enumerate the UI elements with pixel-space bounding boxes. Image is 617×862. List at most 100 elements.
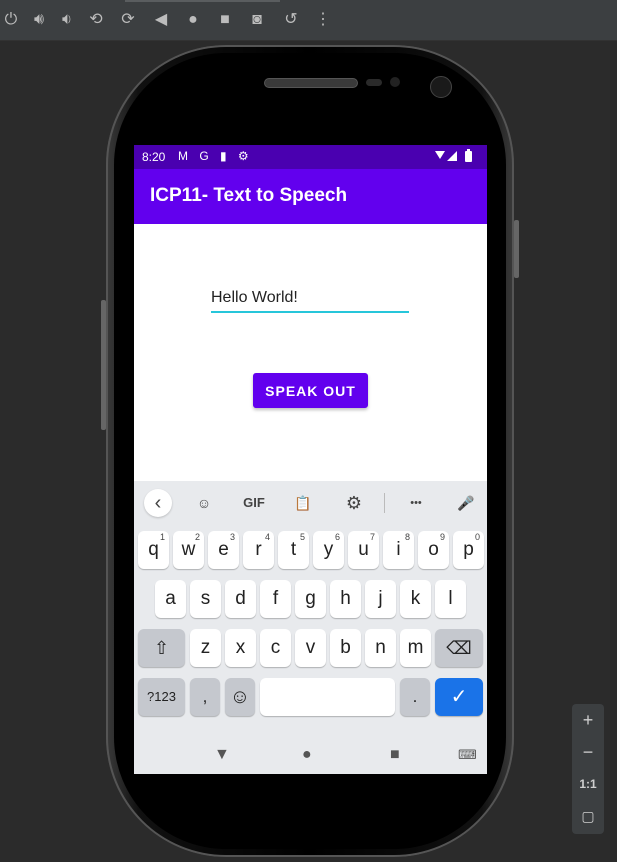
key-q[interactable]: q1 [138, 531, 169, 569]
key-r[interactable]: r4 [243, 531, 274, 569]
key-w[interactable]: w2 [173, 531, 204, 569]
volume-up-icon[interactable]: 🔊︎ [28, 9, 50, 31]
keyboard-back-icon[interactable]: ‹ [144, 489, 172, 517]
rotate-left-icon[interactable]: ⟲ [85, 9, 107, 31]
key-v[interactable]: v [295, 629, 326, 667]
key-n[interactable]: n [365, 629, 396, 667]
nav-recents-icon[interactable]: ■ [390, 747, 400, 763]
app-bar: ICP11- Text to Speech [134, 169, 487, 224]
camera-icon[interactable]: ◙ [246, 9, 268, 31]
key-hint: 2 [194, 532, 200, 542]
status-time: 8:20 [142, 150, 166, 164]
clipboard-icon[interactable]: 📋 [289, 489, 317, 517]
key-label: i [396, 539, 401, 560]
toolbar-progress [125, 0, 280, 2]
key-hint: 0 [474, 532, 480, 542]
more-options-icon[interactable]: ••• [402, 489, 430, 517]
back-icon[interactable]: ◀ [150, 9, 172, 31]
shift-key[interactable]: ⇧ [138, 629, 185, 667]
microphone-icon[interactable]: 🎤 [452, 489, 480, 517]
key-t[interactable]: t5 [278, 531, 309, 569]
key-z[interactable]: z [190, 629, 221, 667]
zoom-controls: + − 1:1 ▢ [572, 704, 604, 834]
keyboard-toolbar: ‹ ☺ GIF 📋 ⚙ ••• 🎤 [134, 481, 487, 525]
key-j[interactable]: j [365, 580, 396, 618]
key-p[interactable]: p0 [453, 531, 484, 569]
phone-sensor [390, 77, 400, 87]
period-key[interactable]: . [400, 678, 430, 716]
emulator-toolbar: ⏻ 🔊︎ 🔉︎ ⟲ ⟳ ◀ ● ■ ◙ ↺ ⋮ [0, 0, 617, 41]
sticker-icon[interactable]: ☺ [190, 489, 218, 517]
key-m[interactable]: m [400, 629, 431, 667]
power-icon[interactable]: ⏻ [0, 9, 22, 31]
settings-gear-icon[interactable]: ⚙ [340, 489, 368, 517]
app-title: ICP11- Text to Speech [150, 185, 348, 206]
system-nav-bar: ▼ ● ■ ⌨ [134, 736, 487, 774]
key-label: p [463, 539, 474, 560]
battery-icon [465, 151, 472, 162]
key-d[interactable]: d [225, 580, 256, 618]
key-hint: 5 [299, 532, 305, 542]
nav-back-icon[interactable]: ▼ [214, 747, 230, 763]
soft-keyboard: ‹ ☺ GIF 📋 ⚙ ••• 🎤 q1 w2 e3 r4 t5 y6 u7 i… [134, 481, 487, 736]
device-screen: 8:20 M G ▮ ⚙ ICP11- Text to Speech SPEAK… [134, 145, 487, 774]
key-hint: 4 [264, 532, 270, 542]
home-icon[interactable]: ● [182, 9, 204, 31]
phone-speaker [264, 78, 358, 88]
keyboard-switch-icon[interactable]: ⌨ [458, 747, 477, 763]
key-l[interactable]: l [435, 580, 466, 618]
key-x[interactable]: x [225, 629, 256, 667]
zoom-fit-icon[interactable]: ▢ [572, 800, 604, 832]
key-g[interactable]: g [295, 580, 326, 618]
key-b[interactable]: b [330, 629, 361, 667]
key-hint: 9 [439, 532, 445, 542]
speech-text-input[interactable] [211, 285, 409, 313]
key-hint: 6 [334, 532, 340, 542]
key-h[interactable]: h [330, 580, 361, 618]
space-key[interactable] [260, 678, 395, 716]
comma-key[interactable]: , [190, 678, 220, 716]
backspace-key[interactable]: ⌫ [435, 629, 483, 667]
phone-power-button [514, 220, 519, 278]
volume-down-icon[interactable]: 🔉︎ [56, 9, 78, 31]
speak-out-button[interactable]: SPEAK OUT [253, 373, 368, 408]
gif-button[interactable]: GIF [238, 489, 270, 517]
system-status-icons [435, 149, 472, 162]
key-label: o [428, 539, 439, 560]
replay-icon[interactable]: ↺ [280, 9, 302, 31]
phone-sensor [366, 79, 382, 86]
notification-icons: M G ▮ ⚙ [178, 149, 253, 163]
nav-home-icon[interactable]: ● [302, 747, 312, 763]
zoom-in-button[interactable]: + [572, 704, 604, 736]
key-s[interactable]: s [190, 580, 221, 618]
symbols-key[interactable]: ?123 [138, 678, 185, 716]
wifi-icon [435, 151, 445, 159]
overview-icon[interactable]: ■ [214, 9, 236, 31]
key-a[interactable]: a [155, 580, 186, 618]
key-hint: 1 [159, 532, 165, 542]
key-u[interactable]: u7 [348, 531, 379, 569]
key-label: t [290, 539, 297, 560]
key-label: u [358, 539, 369, 560]
key-k[interactable]: k [400, 580, 431, 618]
emoji-key[interactable]: ☺ [225, 678, 255, 716]
more-icon[interactable]: ⋮ [312, 9, 334, 31]
key-o[interactable]: o9 [418, 531, 449, 569]
key-e[interactable]: e3 [208, 531, 239, 569]
key-i[interactable]: i8 [383, 531, 414, 569]
enter-key[interactable]: ✓ [435, 678, 483, 716]
key-label: y [323, 539, 334, 560]
key-label: r [255, 539, 262, 560]
zoom-actual-size-button[interactable]: 1:1 [572, 768, 604, 800]
key-hint: 3 [229, 532, 235, 542]
signal-icon [447, 151, 457, 161]
key-label: w [181, 539, 196, 560]
zoom-out-button[interactable]: − [572, 736, 604, 768]
rotate-right-icon[interactable]: ⟳ [117, 9, 139, 31]
toolbar-divider [384, 493, 385, 513]
key-y[interactable]: y6 [313, 531, 344, 569]
key-hint: 8 [404, 532, 410, 542]
key-hint: 7 [369, 532, 375, 542]
key-f[interactable]: f [260, 580, 291, 618]
key-c[interactable]: c [260, 629, 291, 667]
